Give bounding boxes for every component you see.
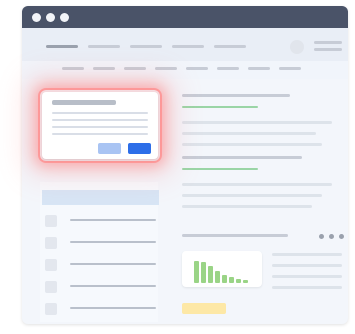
content-line-5 — [182, 194, 322, 197]
chart-bar-8 — [243, 280, 248, 283]
modal-line-2 — [52, 119, 148, 121]
sidebar-header[interactable] — [42, 190, 159, 205]
sidebar-item-4[interactable] — [42, 280, 160, 296]
window-dot-1[interactable] — [32, 13, 41, 22]
subnav-item-2[interactable] — [93, 67, 115, 70]
content-line-9 — [272, 275, 342, 278]
list-icon — [45, 281, 57, 293]
list-icon — [45, 215, 57, 227]
menu-line-1[interactable] — [314, 41, 342, 44]
chart-bar-1 — [194, 261, 199, 283]
cancel-button[interactable] — [98, 143, 121, 154]
modal-line-4 — [52, 133, 148, 135]
sidebar-item-line — [70, 219, 156, 221]
window-dot-2[interactable] — [46, 13, 55, 22]
subnav-item-3[interactable] — [124, 67, 146, 70]
sidebar-item-line — [70, 241, 156, 243]
content-line-10 — [272, 286, 342, 289]
content-line-4 — [182, 183, 332, 186]
content-line-1 — [182, 121, 332, 124]
content-title-3 — [182, 234, 288, 237]
subnav-item-8[interactable] — [279, 67, 301, 70]
subnav-item-6[interactable] — [217, 67, 239, 70]
chart-bar-3 — [208, 266, 213, 283]
browser-window — [22, 6, 348, 324]
content-line-2 — [182, 132, 316, 135]
status-badge — [182, 303, 226, 314]
chart-bar-4 — [215, 271, 220, 283]
nav-item-1[interactable] — [46, 45, 78, 48]
content-line-6 — [182, 205, 312, 208]
sidebar-item-line — [70, 263, 156, 265]
modal-dialog — [42, 92, 158, 159]
subnav-item-5[interactable] — [186, 67, 208, 70]
chart-bar-6 — [229, 277, 234, 283]
sidebar-item-5[interactable] — [42, 302, 160, 318]
confirm-button[interactable] — [128, 143, 151, 154]
top-navigation — [22, 28, 348, 61]
content-title-1 — [182, 94, 290, 97]
nav-item-5[interactable] — [214, 45, 246, 48]
chart-bars — [194, 261, 254, 283]
content-line-7 — [272, 253, 342, 256]
sidebar-item-1[interactable] — [42, 214, 160, 230]
avatar[interactable] — [290, 40, 304, 54]
menu-line-2[interactable] — [314, 48, 342, 51]
chart-bar-7 — [236, 279, 241, 283]
content-line-8 — [272, 264, 342, 267]
nav-item-3[interactable] — [130, 45, 162, 48]
sidebar-item-3[interactable] — [42, 258, 160, 274]
sidebar-item-line — [70, 285, 156, 287]
chart-bar-5 — [222, 275, 227, 283]
window-dot-3[interactable] — [60, 13, 69, 22]
list-icon — [45, 303, 57, 315]
more-options-icon[interactable] — [319, 234, 347, 240]
chart-bar-2 — [201, 262, 206, 283]
content-title-2 — [182, 156, 302, 159]
subnav-item-1[interactable] — [62, 67, 84, 70]
content-accent-2 — [182, 168, 258, 170]
sidebar-item-2[interactable] — [42, 236, 160, 252]
modal-line-1 — [52, 112, 148, 114]
content-accent-1 — [182, 106, 258, 108]
nav-item-4[interactable] — [172, 45, 204, 48]
modal-line-3 — [52, 126, 148, 128]
list-icon — [45, 237, 57, 249]
subnav-item-4[interactable] — [155, 67, 177, 70]
list-icon — [45, 259, 57, 271]
window-titlebar — [22, 6, 348, 28]
sidebar-item-line — [70, 307, 156, 309]
nav-item-2[interactable] — [88, 45, 120, 48]
subnav-item-7[interactable] — [248, 67, 270, 70]
sub-navigation — [22, 61, 348, 79]
content-line-3 — [182, 143, 322, 146]
chart-card — [182, 251, 262, 287]
modal-title-placeholder — [52, 100, 116, 105]
